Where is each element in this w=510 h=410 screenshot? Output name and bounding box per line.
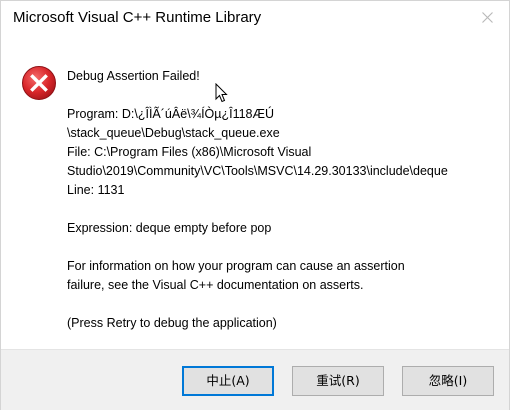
close-button[interactable] [465, 1, 509, 35]
close-icon [482, 12, 493, 23]
button-bar: 中止(A) 重试(R) 忽略(I) [1, 349, 509, 410]
error-icon [22, 66, 56, 100]
ignore-button[interactable]: 忽略(I) [402, 366, 494, 396]
abort-button[interactable]: 中止(A) [182, 366, 274, 396]
retry-hint: (Press Retry to debug the application) [67, 316, 277, 330]
info-line1: For information on how your program can … [67, 259, 405, 273]
message-area: Debug Assertion Failed! Program: D:\¿ÎÌÃ… [1, 37, 509, 349]
expression: Expression: deque empty before pop [67, 221, 272, 235]
program-path-line2: \stack_queue\Debug\stack_queue.exe [67, 126, 280, 140]
program-path-line1: Program: D:\¿ÎÌÃ´úÂë\¾ÍÒµ¿Î118ÆÚ [67, 107, 275, 121]
window-title: Microsoft Visual C++ Runtime Library [13, 9, 262, 26]
heading: Debug Assertion Failed! [67, 69, 200, 83]
mouse-cursor-icon [215, 83, 228, 103]
file-path-line2: Studio\2019\Community\VC\Tools\MSVC\14.2… [67, 164, 448, 178]
title-bar[interactable]: Microsoft Visual C++ Runtime Library [1, 1, 509, 37]
info-line2: failure, see the Visual C++ documentatio… [67, 278, 364, 292]
assertion-dialog: Microsoft Visual C++ Runtime Library Deb… [0, 0, 510, 410]
message-text: Debug Assertion Failed! Program: D:\¿ÎÌÃ… [67, 67, 499, 333]
line-number: Line: 1131 [67, 183, 125, 197]
retry-button[interactable]: 重试(R) [292, 366, 384, 396]
file-path-line1: File: C:\Program Files (x86)\Microsoft V… [67, 145, 312, 159]
